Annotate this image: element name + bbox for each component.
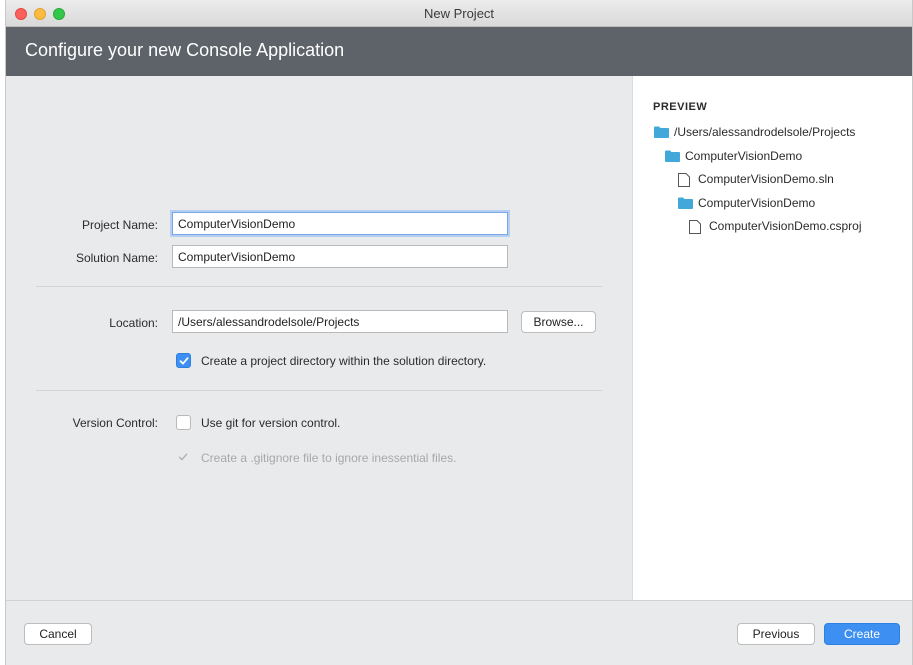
footer: Cancel Previous Create <box>6 600 912 665</box>
project-name-input[interactable]: ComputerVisionDemo <box>172 212 508 235</box>
location-label: Location: <box>109 316 158 330</box>
file-icon <box>678 173 690 190</box>
new-project-window: New Project Configure your new Console A… <box>5 0 913 665</box>
gitignore-checkbox[interactable] <box>176 450 191 465</box>
use-git-label: Use git for version control. <box>201 416 341 430</box>
separator <box>36 286 602 287</box>
folder-icon <box>665 150 680 165</box>
page-header: Configure your new Console Application <box>6 27 912 76</box>
window-title: New Project <box>423 6 495 21</box>
browse-button[interactable]: Browse... <box>521 311 596 333</box>
title-bar: New Project <box>6 0 912 27</box>
create-button[interactable]: Create <box>824 623 900 645</box>
file-icon <box>689 220 701 237</box>
previous-button[interactable]: Previous <box>737 623 815 645</box>
solution-name-input[interactable]: ComputerVisionDemo <box>172 245 508 268</box>
page-title: Configure your new Console Application <box>25 40 345 60</box>
create-directory-label: Create a project directory within the so… <box>201 354 487 368</box>
separator <box>36 390 602 391</box>
version-control-label: Version Control: <box>72 416 158 430</box>
create-directory-checkbox[interactable] <box>176 353 191 368</box>
folder-icon <box>678 197 693 212</box>
folder-icon <box>654 126 669 141</box>
checkmark-icon <box>179 357 189 365</box>
solution-name-label: Solution Name: <box>75 251 158 265</box>
project-name-label: Project Name: <box>81 218 158 232</box>
preview-heading: PREVIEW <box>653 101 708 113</box>
checkmark-icon <box>178 453 188 461</box>
location-input[interactable]: /Users/alessandrodelsole/Projects <box>172 310 508 333</box>
cancel-button[interactable]: Cancel <box>24 623 92 645</box>
gitignore-label: Create a .gitignore file to ignore iness… <box>201 451 457 465</box>
use-git-checkbox[interactable] <box>176 415 191 430</box>
preview-panel: PREVIEW /Users/alessandrodelsole/Project… <box>632 76 912 600</box>
form-panel: Project Name: ComputerVisionDemo Solutio… <box>6 76 632 600</box>
